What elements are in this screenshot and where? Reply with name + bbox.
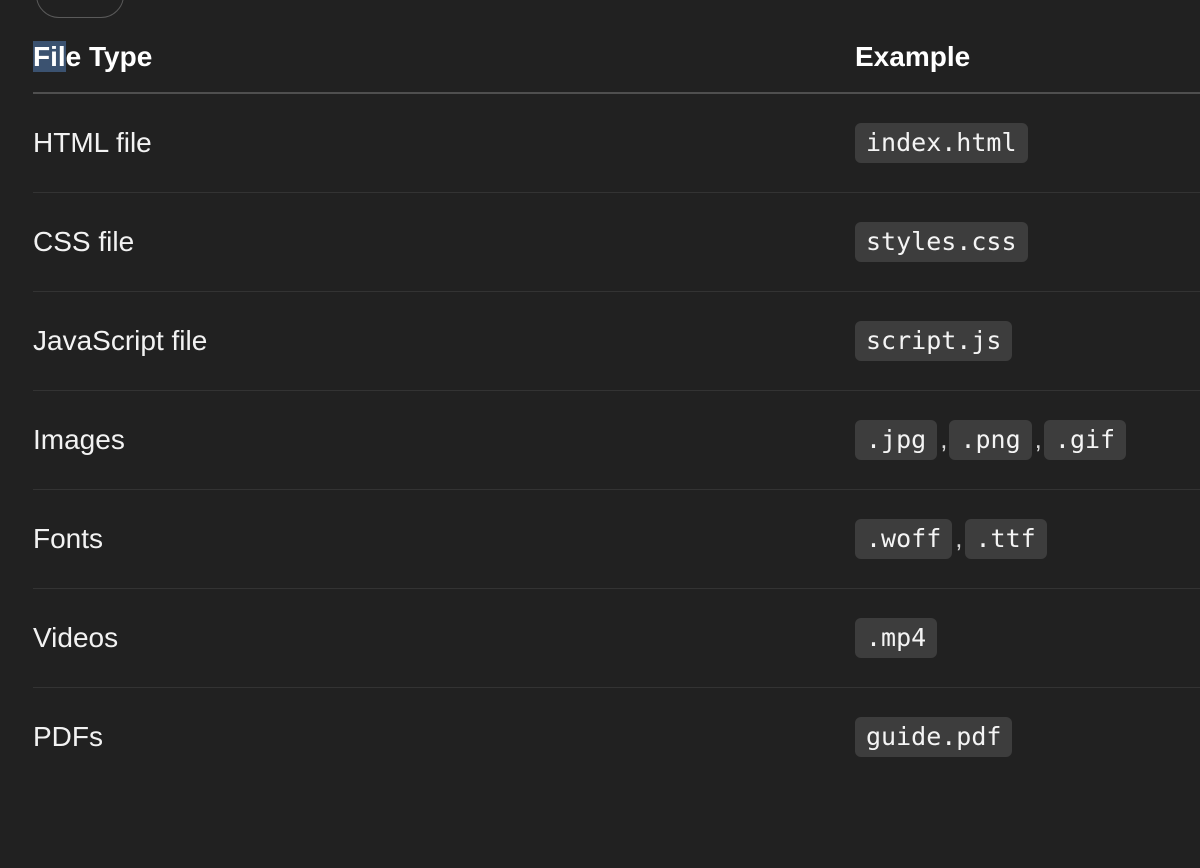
example-code[interactable]: .ttf	[964, 518, 1047, 559]
example-cell: .woff, .ttf	[855, 489, 1200, 589]
file-type-cell[interactable]: PDFs	[33, 687, 855, 786]
table-row: PDFs guide.pdf	[33, 687, 1200, 786]
file-types-table-container: File Type Example HTML file index.html CSS…	[33, 0, 1200, 786]
file-type-cell[interactable]: CSS file	[33, 192, 855, 292]
table-row: HTML file index.html	[33, 93, 1200, 193]
example-code[interactable]: .mp4	[855, 617, 938, 658]
file-type-cell[interactable]: HTML file	[33, 93, 855, 193]
example-code[interactable]: .png	[949, 419, 1032, 460]
example-cell: styles.css	[855, 192, 1200, 292]
example-code[interactable]: .gif	[1043, 419, 1127, 460]
header-example[interactable]: Example	[855, 0, 1200, 94]
example-cell: index.html	[855, 93, 1200, 193]
example-code[interactable]: styles.css	[855, 221, 1028, 262]
table-row: CSS file styles.css	[33, 192, 1200, 292]
example-code[interactable]: guide.pdf	[855, 716, 1013, 757]
header-file-type-rest[interactable]: e Type	[66, 41, 153, 72]
table-header: File Type Example	[33, 0, 1200, 94]
example-cell: .jpg, .png, .gif	[855, 390, 1200, 490]
header-file-type: File Type	[33, 0, 855, 94]
header-row: File Type Example	[33, 0, 1200, 94]
example-code[interactable]: .woff	[855, 518, 953, 559]
table-row: JavaScript file script.js	[33, 291, 1200, 391]
file-type-cell[interactable]: Images	[33, 390, 855, 490]
file-type-cell[interactable]: Videos	[33, 588, 855, 688]
example-code[interactable]: script.js	[855, 320, 1013, 361]
table-row: Fonts .woff, .ttf	[33, 489, 1200, 589]
file-type-cell[interactable]: JavaScript file	[33, 291, 855, 391]
table-body: HTML file index.html CSS file styles.css Jav…	[33, 93, 1200, 786]
file-types-table: File Type Example HTML file index.html CSS…	[33, 0, 1200, 786]
selected-text-highlight[interactable]: Fil	[33, 41, 66, 72]
example-separator: ,	[940, 423, 948, 454]
example-code[interactable]: .jpg	[855, 419, 938, 460]
table-row: Images .jpg, .png, .gif	[33, 390, 1200, 490]
example-cell: guide.pdf	[855, 687, 1200, 786]
example-separator: ,	[1034, 423, 1042, 454]
file-type-cell[interactable]: Fonts	[33, 489, 855, 589]
example-cell: .mp4	[855, 588, 1200, 688]
table-row: Videos .mp4	[33, 588, 1200, 688]
example-code[interactable]: index.html	[855, 122, 1028, 163]
example-cell: script.js	[855, 291, 1200, 391]
example-separator: ,	[955, 522, 963, 553]
